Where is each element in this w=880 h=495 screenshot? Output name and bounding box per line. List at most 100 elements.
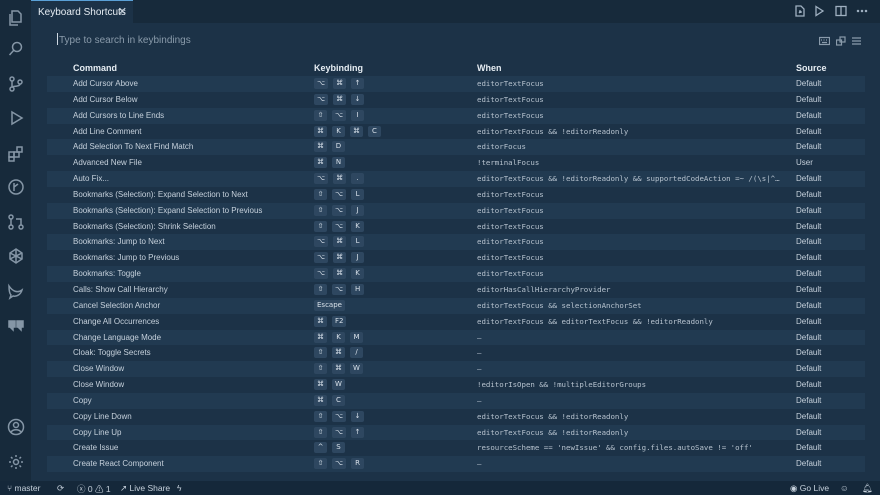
go-live-status[interactable]: ◉ Go Live xyxy=(790,483,829,494)
header-when[interactable]: When xyxy=(477,63,502,73)
key-cap: L xyxy=(351,188,365,200)
tab-keyboard-shortcuts[interactable]: Keyboard Shortcuts ✕ xyxy=(31,0,133,23)
source-control-icon[interactable] xyxy=(5,73,26,94)
when-cell: — xyxy=(477,364,482,374)
table-row[interactable]: Copy ⌘ C — Default xyxy=(47,392,865,409)
table-row[interactable]: Bookmarks: Jump to Next ⌥ ⌘ LeditorTextFocu… xyxy=(47,234,865,251)
key-cap: ⌘ xyxy=(332,347,345,359)
sort-by-precedence-icon[interactable] xyxy=(835,36,847,46)
activity-bar xyxy=(0,0,31,481)
search-icon[interactable] xyxy=(5,38,26,59)
notifications-icon[interactable]: 🔔︎ xyxy=(862,483,873,494)
run-debug-icon[interactable] xyxy=(5,107,26,128)
close-icon[interactable]: ✕ xyxy=(118,5,127,18)
key-cap: ⇧ xyxy=(314,204,327,216)
table-row[interactable]: Bookmarks (Selection): Expand Selection … xyxy=(47,187,865,203)
command-cell: Add Cursor Below xyxy=(73,94,138,104)
header-source[interactable]: Source xyxy=(796,63,827,73)
table-row[interactable]: Add Selection To Next Find Match ⌘ Deditor… xyxy=(47,139,865,156)
settings-gear-icon[interactable] xyxy=(5,451,26,472)
table-row[interactable]: Add Cursor Above ⌥ ⌘ ↑ editorTextFocus Defaul… xyxy=(47,76,865,92)
docker-icon[interactable] xyxy=(5,245,26,266)
table-row[interactable]: Bookmarks (Selection): Shrink Selection ⇧… xyxy=(47,219,865,235)
table-row[interactable]: Bookmarks: Jump to Previous ⌥ ⌘ JeditorText… xyxy=(47,250,865,266)
when-cell: editorTextFocus && selectionAnchorSet xyxy=(477,300,642,310)
sync-icon[interactable]: ⟳ xyxy=(57,483,64,494)
key-cap: ⌥ xyxy=(332,458,347,470)
table-row[interactable]: Bookmarks: Toggle ⌥ ⌘ KeditorTextFocus Defau… xyxy=(47,266,865,282)
table-row[interactable]: Change Language Mode ⌘ K M — Default xyxy=(47,329,865,346)
key-cap: ⌥ xyxy=(332,109,347,121)
keybinding-cell: ⌥ ⌘ K xyxy=(314,268,365,280)
pull-requests-icon[interactable] xyxy=(5,211,26,232)
branch-icon: ⑂ xyxy=(7,483,13,493)
command-cell: Bookmarks (Selection): Expand Selection … xyxy=(73,189,248,199)
key-cap: ⌥ xyxy=(332,410,347,422)
branch-status[interactable]: ⑂ master xyxy=(7,483,40,493)
header-keybinding[interactable]: Keybinding xyxy=(314,63,363,73)
split-editor-icon[interactable] xyxy=(834,4,848,18)
source-cell: Default xyxy=(796,174,822,184)
git-graph-icon[interactable] xyxy=(5,176,26,197)
key-cap: S xyxy=(332,442,345,454)
key-cap: ⌥ xyxy=(314,93,329,105)
live-share-status[interactable]: ↗ Live Share xyxy=(120,483,170,494)
keybinding-cell: ⇧ ⌥ ↑ xyxy=(314,426,365,438)
run-icon[interactable] xyxy=(812,4,826,18)
source-cell: Default xyxy=(796,411,822,421)
quote-icon[interactable] xyxy=(5,314,26,335)
table-row[interactable]: Change All Occurrences ⌘ F2 editorTextFocus… xyxy=(47,314,865,330)
explorer-icon[interactable] xyxy=(5,7,26,28)
feedback-icon[interactable]: ☺ xyxy=(840,483,849,493)
command-cell: Create React Component xyxy=(73,459,164,469)
table-row[interactable]: Advanced New File ⌘ N !terminalFocus User xyxy=(47,155,865,171)
header-command[interactable]: Command xyxy=(73,63,117,73)
table-row[interactable]: Add Cursor Below ⌥ ⌘ ↓ editorTextFocus Defaul… xyxy=(47,92,865,108)
table-row[interactable]: Cloak: Toggle Secrets ⇧ ⌘ / — Default xyxy=(47,345,865,361)
tab-title: Keyboard Shortcuts xyxy=(38,6,126,18)
table-row[interactable]: Auto Fix... ⌥ ⌘. editorTextFocus && !editor… xyxy=(47,171,865,187)
command-cell: Bookmarks (Selection): Expand Selection … xyxy=(73,205,263,215)
table-row[interactable]: Cancel Selection Anchor Escape editorTextF… xyxy=(47,297,865,314)
account-icon[interactable] xyxy=(5,416,26,437)
source-cell: Default xyxy=(796,364,822,374)
key-cap: ⇧ xyxy=(314,458,327,470)
clear-input-icon[interactable] xyxy=(851,36,862,46)
command-cell: Advanced New File xyxy=(73,158,142,168)
key-cap: / xyxy=(350,347,363,359)
table-row[interactable]: Calls: Show Call Hierarchy ⇧ ⌥ HeditorHasCa… xyxy=(47,282,865,298)
when-cell: editorTextFocus xyxy=(477,237,544,247)
key-cap: Escape xyxy=(314,299,345,311)
table-row[interactable]: Bookmarks (Selection): Expand Selection … xyxy=(47,202,865,219)
table-row[interactable]: Copy Line Down ⇧ ⌥ ↓ editorTextFocus && !edi… xyxy=(47,409,865,425)
keybinding-cell: ⌥ ⌘ ↑ xyxy=(314,78,365,89)
table-row[interactable]: Close Window ⇧ ⌘ W — Default xyxy=(47,361,865,378)
source-cell: Default xyxy=(796,300,822,310)
when-cell: editorTextFocus && !editorReadonly xyxy=(477,126,629,136)
record-keys-icon[interactable] xyxy=(818,36,831,46)
bird-icon[interactable] xyxy=(5,280,26,301)
key-cap: ⇧ xyxy=(314,347,327,359)
table-body: Add Cursor Above ⌥ ⌘ ↑ editorTextFocus Defaul… xyxy=(47,76,865,473)
table-row[interactable]: Close Window ⌘ W !editorIsOpen && !multiple… xyxy=(47,377,865,393)
keybindings-search-input[interactable]: Type to search in keybindings xyxy=(55,33,865,49)
lightning-icon[interactable]: ϟ xyxy=(177,483,182,493)
table-row[interactable]: Create React Component ⇧ ⌥ R — Default xyxy=(47,456,865,473)
command-cell: Change All Occurrences xyxy=(73,316,160,326)
table-row[interactable]: Add Line Comment ⌘ K ⌘ CeditorTextFocus && !… xyxy=(47,124,865,140)
key-cap: J xyxy=(351,252,365,264)
more-actions-icon[interactable] xyxy=(855,4,869,18)
table-row[interactable]: Create Issue ^ SresourceScheme == 'newIssu… xyxy=(47,440,865,456)
key-cap: ⌘ xyxy=(314,331,327,343)
table-row[interactable]: Add Cursors to Line Ends ⇧ ⌥ IeditorTextFoc… xyxy=(47,107,865,124)
key-cap: ⌥ xyxy=(314,173,329,185)
keybinding-cell: ⌘ K M xyxy=(314,331,363,343)
extensions-icon[interactable] xyxy=(5,143,26,164)
error-count: 0 xyxy=(87,484,93,494)
keybinding-cell: ⌘ K ⌘ C xyxy=(314,125,381,137)
when-cell: editorTextFocus && !editorReadonly xyxy=(477,411,629,421)
problems-status[interactable]: ⓧ 0 ⚠ 1 xyxy=(77,483,111,495)
key-cap: ↑ xyxy=(351,78,365,89)
open-json-icon[interactable] xyxy=(793,4,807,18)
table-row[interactable]: Copy Line Up ⇧ ⌥ ↑ editorTextFocus && !edito… xyxy=(47,424,865,441)
